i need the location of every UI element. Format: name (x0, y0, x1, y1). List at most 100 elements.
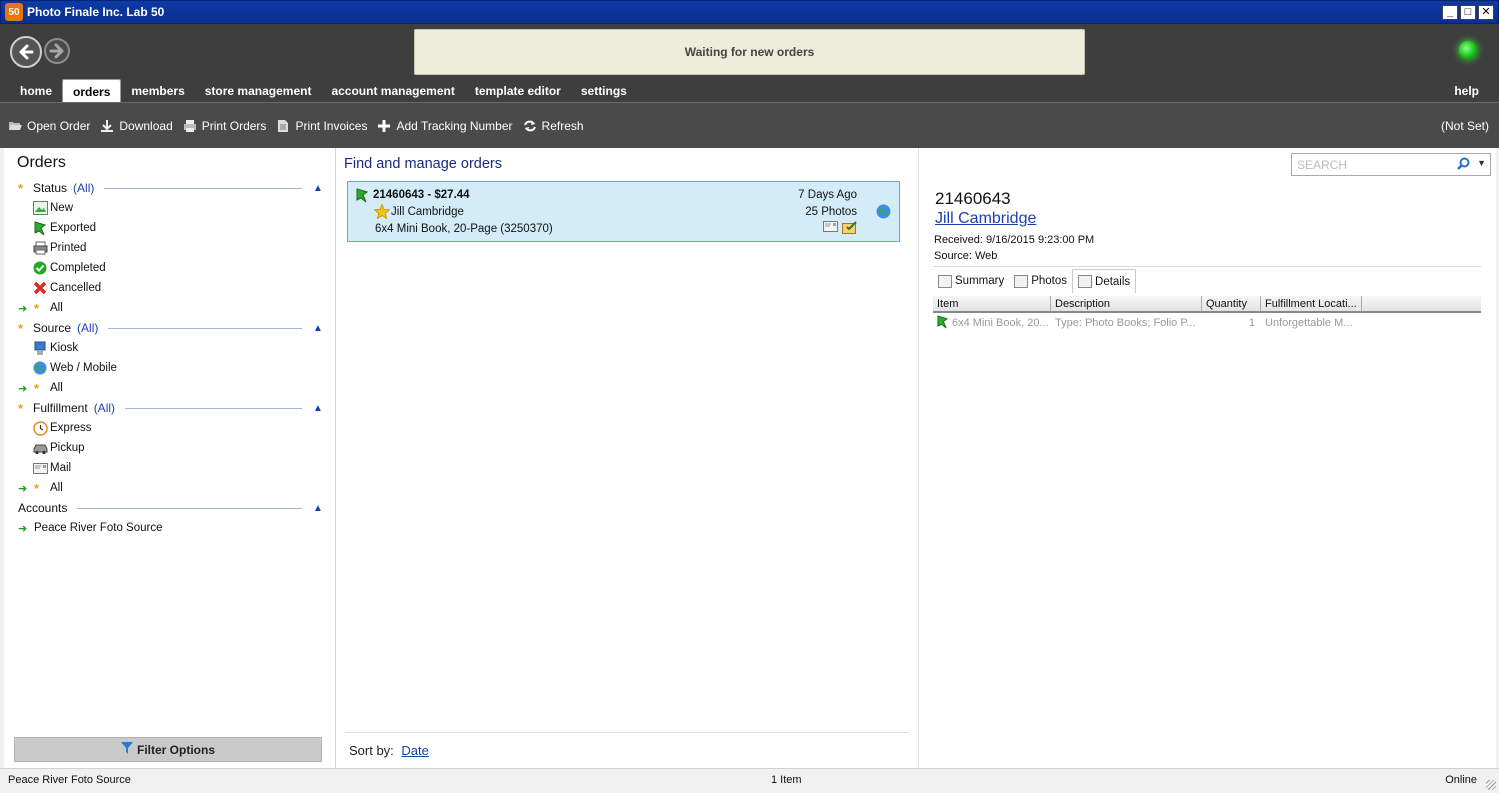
forward-button[interactable] (44, 38, 70, 64)
divider (125, 407, 302, 409)
tab-help[interactable]: help (1454, 84, 1479, 98)
tab-store-management[interactable]: store management (195, 79, 322, 102)
kiosk-icon (32, 340, 48, 356)
filter-item-mail[interactable]: Mail (32, 459, 71, 477)
table-row[interactable]: 6x4 Mini Book, 20... Type: Photo Books; … (933, 314, 1481, 332)
asterisk-icon: * (34, 380, 40, 396)
filter-options-button[interactable]: Filter Options (14, 737, 322, 762)
tab-settings[interactable]: settings (571, 79, 637, 102)
print-orders-button[interactable]: Print Orders (183, 118, 267, 133)
asterisk-icon: * (18, 320, 24, 336)
status-connection: Online (1445, 774, 1477, 786)
column-header-fulfillment-location[interactable]: Fulfillment Locati... (1261, 296, 1362, 311)
source-all-link[interactable]: (All) (77, 321, 98, 335)
tab-orders[interactable]: orders (62, 79, 122, 102)
filter-item-label: Web / Mobile (50, 362, 117, 374)
detail-customer-link[interactable]: Jill Cambridge (935, 210, 1036, 228)
accounts-group-header[interactable]: Accounts ▲ (18, 500, 324, 516)
status-group-header[interactable]: * Status (All) ▲ (18, 180, 324, 196)
order-product: 6x4 Mini Book, 20-Page (3250370) (375, 223, 553, 235)
account-item[interactable]: ➜ Peace River Foto Source (18, 520, 162, 536)
open-order-label: Open Order (27, 118, 91, 133)
filter-item-web-mobile[interactable]: Web / Mobile (32, 359, 117, 377)
chevron-up-icon[interactable]: ▲ (312, 183, 324, 194)
checklist-icon (842, 221, 857, 237)
open-order-button[interactable]: Open Order (8, 119, 90, 133)
arrow-left-icon (19, 44, 34, 60)
fulfillment-all-link[interactable]: (All) (94, 401, 115, 415)
filter-item-exported[interactable]: Exported (32, 219, 96, 237)
sort-control: Sort by: Date (349, 743, 429, 758)
fulfillment-all-row[interactable]: ➜ * All (18, 480, 63, 496)
tab-members[interactable]: members (121, 79, 194, 102)
status-bar: Peace River Foto Source 1 Item Online (0, 768, 1499, 793)
accounts-group-label: Accounts (18, 501, 68, 515)
filter-item-express[interactable]: Express (32, 419, 92, 437)
app-logo: 50 (5, 3, 23, 21)
column-header-item[interactable]: Item (933, 296, 1051, 311)
filter-item-cancelled[interactable]: Cancelled (32, 279, 101, 297)
minimize-button[interactable]: _ (1442, 5, 1458, 20)
tab-summary[interactable]: Summary (933, 269, 1009, 293)
summary-icon (938, 274, 952, 288)
star-icon (373, 203, 391, 222)
car-icon (32, 440, 48, 456)
fulfillment-group-header[interactable]: * Fulfillment (All) ▲ (18, 400, 324, 416)
back-button[interactable] (10, 36, 42, 68)
refresh-icon (523, 119, 537, 133)
close-button[interactable]: ✕ (1478, 5, 1494, 20)
source-all-row[interactable]: ➜ * All (18, 380, 63, 396)
connection-indicator-icon (1459, 41, 1477, 59)
detail-tabs: Summary Photos Details (933, 269, 1137, 293)
tab-photos[interactable]: Photos (1009, 269, 1072, 293)
filter-item-label: Pickup (50, 442, 85, 454)
chevron-up-icon[interactable]: ▲ (312, 503, 324, 514)
add-tracking-number-button[interactable]: Add Tracking Number (377, 119, 513, 133)
maximize-button[interactable]: □ (1460, 5, 1476, 20)
divider (345, 732, 909, 733)
filter-item-completed[interactable]: Completed (32, 259, 106, 277)
filter-panel: Orders * Status (All) ▲ New Exported Pri… (4, 148, 336, 768)
tab-label: Details (1095, 275, 1131, 288)
column-header-quantity[interactable]: Quantity (1202, 296, 1261, 311)
download-button[interactable]: Download (100, 119, 173, 133)
resize-grip-icon[interactable] (1486, 780, 1496, 790)
divider (77, 507, 302, 509)
column-header-description[interactable]: Description (1051, 296, 1202, 311)
photos-icon (1014, 274, 1029, 288)
print-orders-label: Print Orders (201, 118, 267, 133)
filter-item-pickup[interactable]: Pickup (32, 439, 85, 457)
status-all-row[interactable]: ➜ * All (18, 300, 63, 316)
filter-item-label: Kiosk (50, 342, 79, 354)
filter-item-label: Mail (50, 462, 72, 474)
fulfillment-group-label: Fulfillment (33, 401, 88, 415)
status-all-link[interactable]: (All) (73, 181, 94, 195)
chevron-up-icon[interactable]: ▲ (312, 323, 324, 334)
printer-icon (183, 119, 197, 133)
refresh-button[interactable]: Refresh (523, 119, 584, 133)
filter-item-printed[interactable]: Printed (32, 239, 86, 257)
filter-item-new[interactable]: New (32, 199, 73, 217)
asterisk-icon: * (34, 480, 40, 496)
document-icon (276, 119, 290, 133)
store-indicator[interactable]: (Not Set) (1441, 119, 1489, 133)
order-age: 7 Days Ago (798, 189, 857, 201)
chevron-up-icon[interactable]: ▲ (312, 403, 324, 414)
printer-icon (32, 240, 48, 256)
tab-details[interactable]: Details (1072, 269, 1137, 293)
tab-account-management[interactable]: account management (321, 79, 464, 102)
sort-by-date-link[interactable]: Date (401, 743, 428, 758)
search-input[interactable]: SEARCH ▼ (1291, 153, 1491, 176)
order-status-icons (823, 221, 857, 237)
source-group-header[interactable]: * Source (All) ▲ (18, 320, 324, 336)
tab-home[interactable]: home (10, 79, 62, 102)
cell-fulfillment-location: Unforgettable M... (1265, 317, 1353, 329)
print-invoices-button[interactable]: Print Invoices (276, 119, 367, 133)
chevron-down-icon[interactable]: ▼ (1477, 158, 1486, 168)
order-card[interactable]: 21460643 - $27.44 Jill Cambridge 6x4 Min… (347, 181, 900, 242)
search-icon[interactable] (1457, 157, 1470, 173)
exported-flag-icon (356, 188, 369, 206)
tab-template-editor[interactable]: template editor (465, 79, 571, 102)
filter-item-kiosk[interactable]: Kiosk (32, 339, 78, 357)
print-invoices-label: Print Invoices (295, 118, 368, 133)
